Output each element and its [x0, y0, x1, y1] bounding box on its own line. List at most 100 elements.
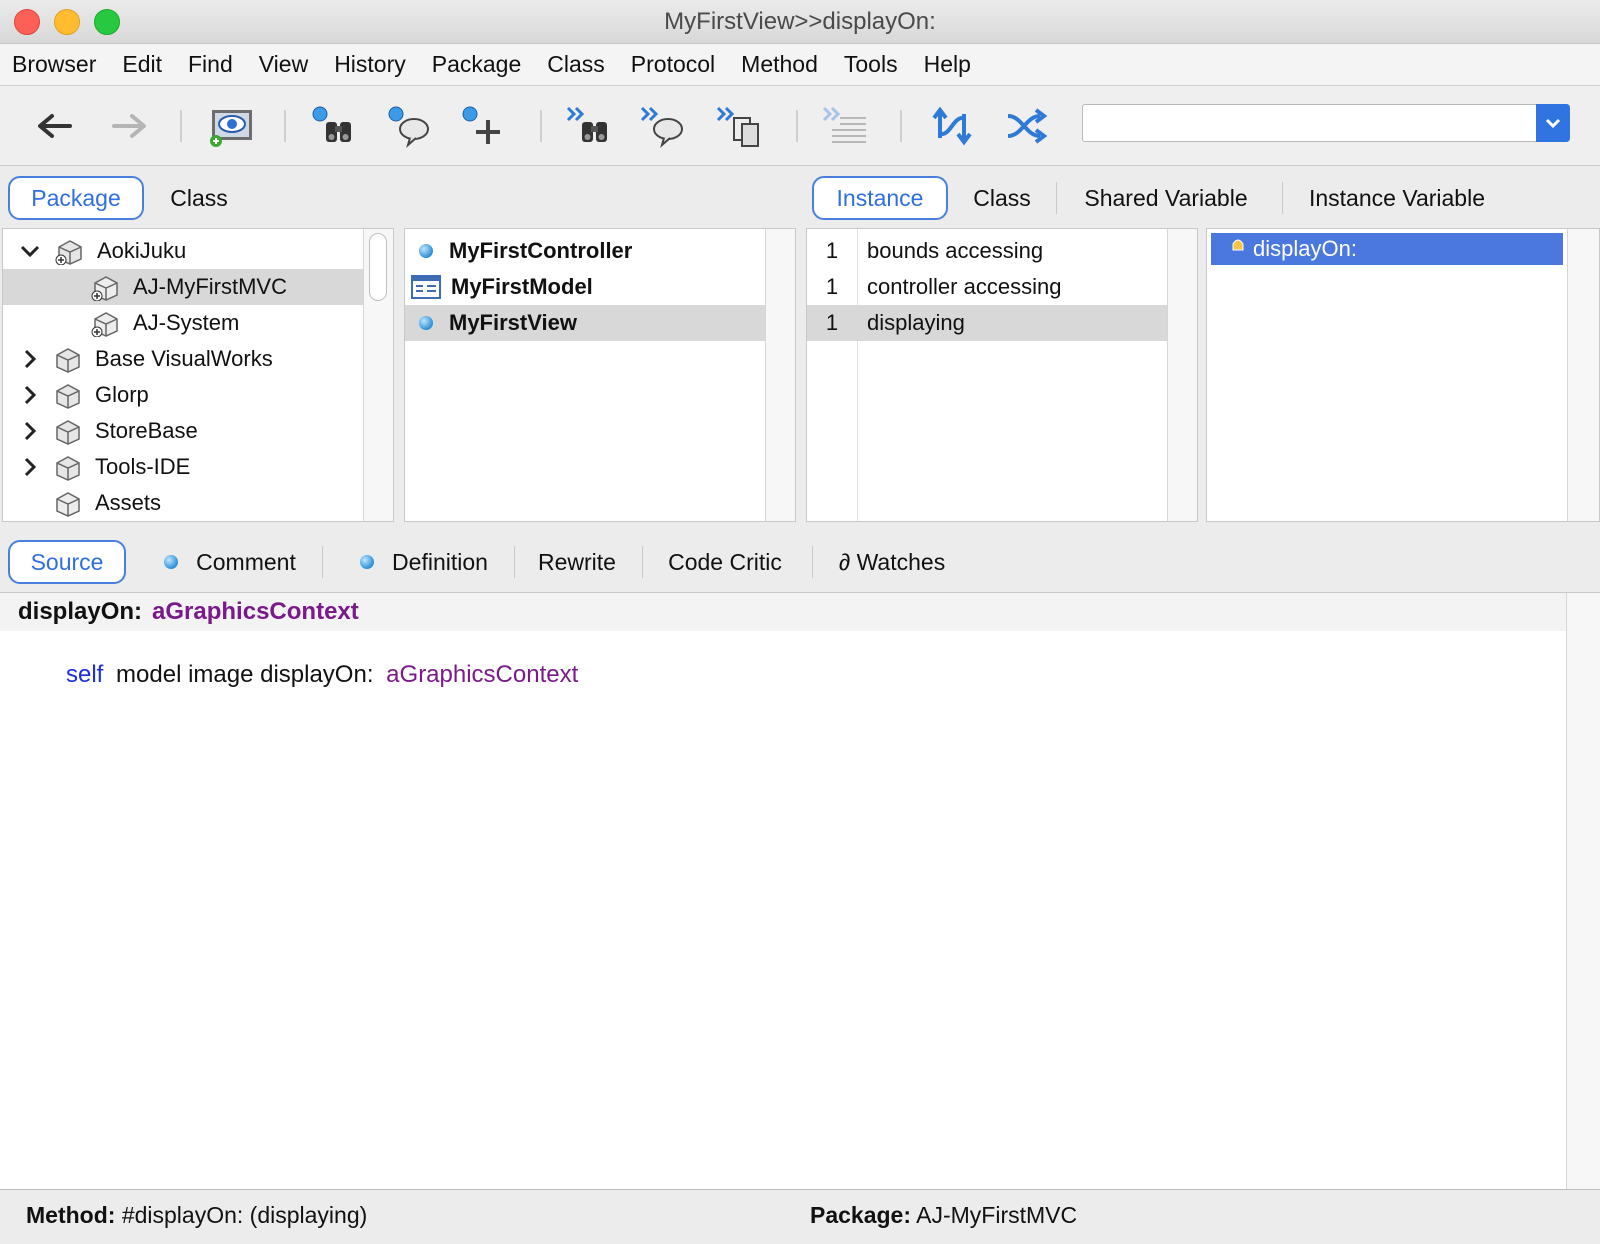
menu-protocol[interactable]: Protocol	[631, 51, 715, 78]
implementors-button[interactable]	[640, 102, 688, 150]
tab-label: Comment	[196, 548, 296, 575]
senders-button[interactable]	[566, 102, 614, 150]
tab-watches[interactable]: ∂ Watches	[822, 540, 962, 584]
navigator-tabs: Package Class Instance Class Shared Vari…	[0, 166, 1600, 226]
sync-button[interactable]	[928, 102, 976, 150]
browse-copies-button[interactable]	[716, 102, 764, 150]
tree-row[interactable]: Assets	[3, 485, 363, 521]
search-dropdown-button[interactable]	[1536, 104, 1570, 142]
senders-binoculars-icon	[566, 106, 607, 142]
shuffle-button[interactable]	[1002, 102, 1050, 150]
tab-rewrite[interactable]: Rewrite	[524, 540, 630, 584]
tab-comment[interactable]: Comment	[152, 540, 308, 584]
tab-class-side[interactable]: Class	[960, 176, 1044, 220]
toolbar	[0, 86, 1600, 166]
scrollbar-thumb[interactable]	[369, 233, 387, 301]
list-item[interactable]: MyFirstModel	[405, 269, 765, 305]
tab-instance-variable[interactable]: Instance Variable	[1292, 176, 1502, 220]
tab-code-critic[interactable]: Code Critic	[652, 540, 798, 584]
class-scrollbar[interactable]	[765, 229, 795, 521]
code-tabs: Source Comment Definition Rewrite Code C…	[0, 530, 1600, 590]
tree-row[interactable]: AJ-System	[3, 305, 363, 341]
toolbar-separator	[900, 110, 902, 142]
list-item-label: MyFirstModel	[451, 274, 593, 299]
tree-row[interactable]: AJ-MyFirstMVC	[3, 269, 363, 305]
list-item[interactable]: MyFirstView	[405, 305, 765, 341]
find-class-binoculars-icon	[312, 106, 351, 142]
search-input[interactable]	[1083, 105, 1537, 141]
toolbar-separator	[540, 110, 542, 142]
tree-row[interactable]: Tools-IDE	[3, 449, 363, 485]
list-item-label: displaying	[867, 310, 965, 335]
source-editor[interactable]: displayOn: aGraphicsContext self model i…	[0, 592, 1600, 1190]
tab-shared-variable[interactable]: Shared Variable	[1066, 176, 1266, 220]
tab-separator	[514, 546, 515, 578]
list-item-label: MyFirstView	[449, 310, 577, 335]
menu-package[interactable]: Package	[432, 51, 522, 78]
list-item-label: bounds accessing	[867, 238, 1044, 263]
override-marker-icon	[1232, 239, 1244, 251]
tab-package[interactable]: Package	[8, 176, 144, 220]
chevron-right-icon[interactable]	[23, 420, 37, 442]
status-method-label: Method:	[26, 1202, 116, 1228]
tab-source[interactable]: Source	[8, 540, 126, 584]
method-scrollbar[interactable]	[1567, 229, 1599, 521]
forward-button[interactable]	[106, 102, 154, 150]
list-item[interactable]: MyFirstController	[405, 233, 765, 269]
toolbar-separator	[284, 110, 286, 142]
tab-instance[interactable]: Instance	[812, 176, 948, 220]
chevron-right-icon[interactable]	[23, 456, 37, 478]
browser-window: MyFirstView>>displayOn: Browser Edit Fin…	[0, 0, 1600, 1244]
protocol-list: 1 bounds accessing 1 controller accessin…	[806, 228, 1198, 522]
list-item[interactable]: displayOn:	[1211, 233, 1563, 265]
tab-definition[interactable]: Definition	[344, 540, 504, 584]
chevron-right-icon[interactable]	[23, 348, 37, 370]
status-dot-icon	[360, 555, 375, 569]
tree-row[interactable]: Base VisualWorks	[3, 341, 363, 377]
tree-row[interactable]: Glorp	[3, 377, 363, 413]
menu-class[interactable]: Class	[547, 51, 605, 78]
menu-method[interactable]: Method	[741, 51, 818, 78]
menu-history[interactable]: History	[334, 51, 406, 78]
tree-row[interactable]: AokiJuku	[3, 233, 363, 269]
class-dot-icon	[419, 244, 433, 258]
shuffle-icon	[1007, 108, 1048, 144]
add-class-button[interactable]	[460, 102, 508, 150]
class-references-button[interactable]	[386, 102, 434, 150]
browse-copies-icon	[716, 106, 759, 147]
menu-help[interactable]: Help	[924, 51, 971, 78]
list-item-label: MyFirstController	[449, 238, 633, 263]
format-code-button[interactable]	[822, 102, 870, 150]
chevron-down-icon[interactable]	[19, 244, 41, 258]
menu-find[interactable]: Find	[188, 51, 233, 78]
visual-launcher-button[interactable]	[208, 102, 256, 150]
tree-row-label: AJ-System	[133, 310, 240, 335]
menu-view[interactable]: View	[259, 51, 308, 78]
status-package-label: Package:	[810, 1202, 912, 1228]
method-list: displayOn:	[1206, 228, 1600, 522]
list-item[interactable]: 1 bounds accessing	[807, 233, 1167, 269]
chevron-down-icon	[1545, 118, 1561, 129]
window-title: MyFirstView>>displayOn:	[664, 8, 936, 35]
status-method: Method: #displayOn: (displaying)	[26, 1202, 367, 1229]
back-button[interactable]	[30, 102, 78, 150]
tree-row-label: AJ-MyFirstMVC	[133, 274, 287, 299]
tree-row-label: StoreBase	[95, 418, 198, 443]
tab-separator	[1056, 182, 1057, 214]
package-bundle-icon	[56, 384, 80, 409]
chevron-right-icon[interactable]	[23, 384, 37, 406]
package-bundle-icon	[55, 240, 82, 265]
list-item[interactable]: 1 displaying	[807, 305, 1167, 341]
tree-row[interactable]: StoreBase	[3, 413, 363, 449]
list-item-label: displayOn:	[1253, 236, 1357, 261]
protocol-scrollbar[interactable]	[1167, 229, 1197, 521]
menu-edit[interactable]: Edit	[122, 51, 162, 78]
package-scrollbar[interactable]	[363, 229, 393, 521]
menu-tools[interactable]: Tools	[844, 51, 898, 78]
menu-browser[interactable]: Browser	[12, 51, 96, 78]
list-item[interactable]: 1 controller accessing	[807, 269, 1167, 305]
list-item-label: controller accessing	[867, 274, 1062, 299]
tab-class-view[interactable]: Class	[156, 176, 242, 220]
editor-scrollbar[interactable]	[1566, 593, 1600, 1189]
find-class-button[interactable]	[310, 102, 358, 150]
